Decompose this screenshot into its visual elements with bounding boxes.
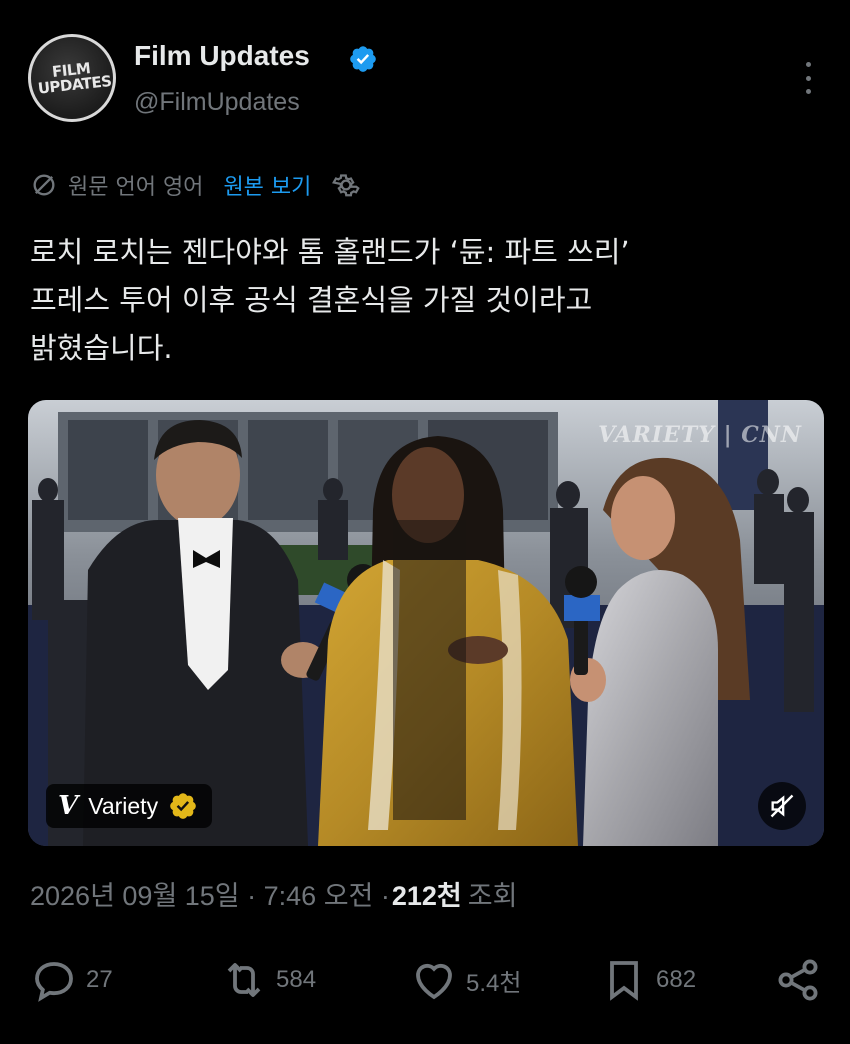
gear-icon[interactable] (331, 170, 361, 200)
view-count: 212천 (391, 881, 462, 911)
more-options-icon[interactable] (804, 62, 812, 94)
reply-button[interactable]: 27 (30, 952, 113, 1008)
variety-logo-icon: V (58, 791, 79, 821)
share-button[interactable] (774, 952, 822, 1008)
avatar[interactable]: FILM UPDATES (28, 34, 116, 122)
show-original-link[interactable]: 원본 보기 (223, 169, 311, 201)
reply-icon (35, 962, 73, 1002)
gold-verified-icon (170, 793, 196, 819)
tweet-text: 로치 로치는 젠다야와 톰 홀랜드가 ‘듄: 파트 쓰리’ 프레스 투어 이후 … (30, 235, 630, 365)
video-watermark: VARIETY | CNN (598, 422, 802, 448)
share-icon (778, 959, 818, 1001)
bookmark-icon (610, 961, 638, 1001)
translate-icon (33, 174, 55, 196)
mute-toggle-icon[interactable] (758, 782, 806, 830)
video-frame (28, 400, 824, 846)
video-player[interactable]: VARIETY | CNN V Variety (28, 400, 824, 846)
repost-icon (227, 963, 261, 997)
tweet-header: FILM UPDATES Film Updates @FilmUpdates (28, 32, 822, 124)
source-name: Variety (88, 792, 159, 819)
tweet-meta: 2026년 09월 15일 · 7:46 오전 · 212천 조회 (30, 874, 517, 913)
bookmark-button[interactable]: 682 (600, 952, 696, 1008)
repost-count: 584 (276, 966, 317, 993)
speaker-muted-icon (770, 794, 794, 818)
like-button[interactable]: 5.4천 (410, 952, 521, 1008)
translation-bar: 원문 언어 영어 원본 보기 (30, 168, 361, 202)
source-language-label: 원문 언어 영어 (68, 175, 204, 200)
verified-badge-icon (350, 46, 376, 72)
avatar-logo-text: FILM UPDATES (36, 59, 113, 98)
like-count: 5.4천 (466, 969, 522, 997)
source-badge[interactable]: V Variety (46, 784, 213, 828)
action-bar: 27 584 5.4천 682 (30, 952, 822, 1008)
heart-icon (416, 963, 452, 1000)
view-label: 조회 (467, 881, 518, 911)
author-handle[interactable]: @FilmUpdates (134, 88, 300, 117)
tweet-datetime[interactable]: 2026년 09월 15일 · 7:46 오전 · (30, 874, 390, 913)
bookmark-count: 682 (656, 966, 697, 993)
author-name[interactable]: Film Updates (134, 40, 310, 72)
repost-button[interactable]: 584 (220, 952, 316, 1008)
reply-count: 27 (86, 966, 113, 993)
